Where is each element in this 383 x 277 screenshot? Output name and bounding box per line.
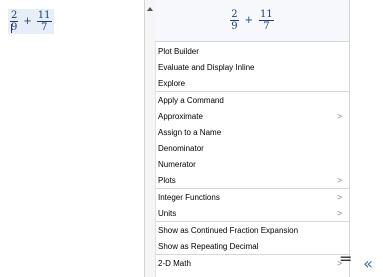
menu-item-apply-command[interactable]: Apply a Command [155,92,349,108]
plus-operator: + [244,15,254,26]
double-chevron-left-icon[interactable]: « [357,256,379,272]
fraction-11-over-7: 11 7 [36,10,52,33]
menu-item-plot-builder[interactable]: Plot Builder [155,43,349,59]
menu-item-explore[interactable]: Explore [155,75,349,91]
equals-sign: = [339,249,353,268]
menu-item-repeating-decimal[interactable]: Show as Repeating Decimal [155,238,349,254]
submenu-arrow-icon: > [337,209,342,218]
menu-item-numerator[interactable]: Numerator [155,156,349,172]
submenu-arrow-icon: > [337,193,342,202]
numerator: 11 [37,10,51,21]
scroll-up-arrow-icon[interactable] [147,7,153,11]
menu-item-units[interactable]: Units > [155,205,349,221]
menu-item-plots[interactable]: Plots > [155,172,349,188]
fraction-2-over-9: 2 9 [10,10,19,33]
plus-operator: + [23,16,32,27]
menu-item-2d-math[interactable]: 2-D Math > [155,255,349,271]
denominator: 7 [40,22,48,33]
menu-item-continued-fraction[interactable]: Show as Continued Fraction Expansion [155,222,349,238]
menu-item-assign-name[interactable]: Assign to a Name [155,124,349,140]
submenu-arrow-icon: > [337,112,342,121]
worksheet-math-expression[interactable]: 2 9 + 11 7 [8,9,54,34]
menu-item-denominator[interactable]: Denominator [155,140,349,156]
numerator: 2 [11,10,18,21]
menu-item-approximate[interactable]: Approximate > [155,108,349,124]
submenu-arrow-icon: > [337,176,342,185]
fraction-2-over-9: 2 9 [230,9,239,32]
menu-item-evaluate-display-inline[interactable]: Evaluate and Display Inline [155,59,349,75]
menu-expression-preview: 2 9 + 11 7 [155,0,349,42]
menu-item-list: Plot Builder Evaluate and Display Inline… [155,43,349,271]
maple-worksheet: 2 9 + 11 7 2 9 + 11 7 Plot Builder Evalu… [0,0,383,277]
denominator: 9 [11,22,18,33]
context-menu: 2 9 + 11 7 Plot Builder Evaluate and Dis… [144,0,350,277]
menu-item-integer-functions[interactable]: Integer Functions > [155,189,349,205]
fraction-11-over-7: 11 7 [259,9,274,32]
text-caret [11,24,12,33]
